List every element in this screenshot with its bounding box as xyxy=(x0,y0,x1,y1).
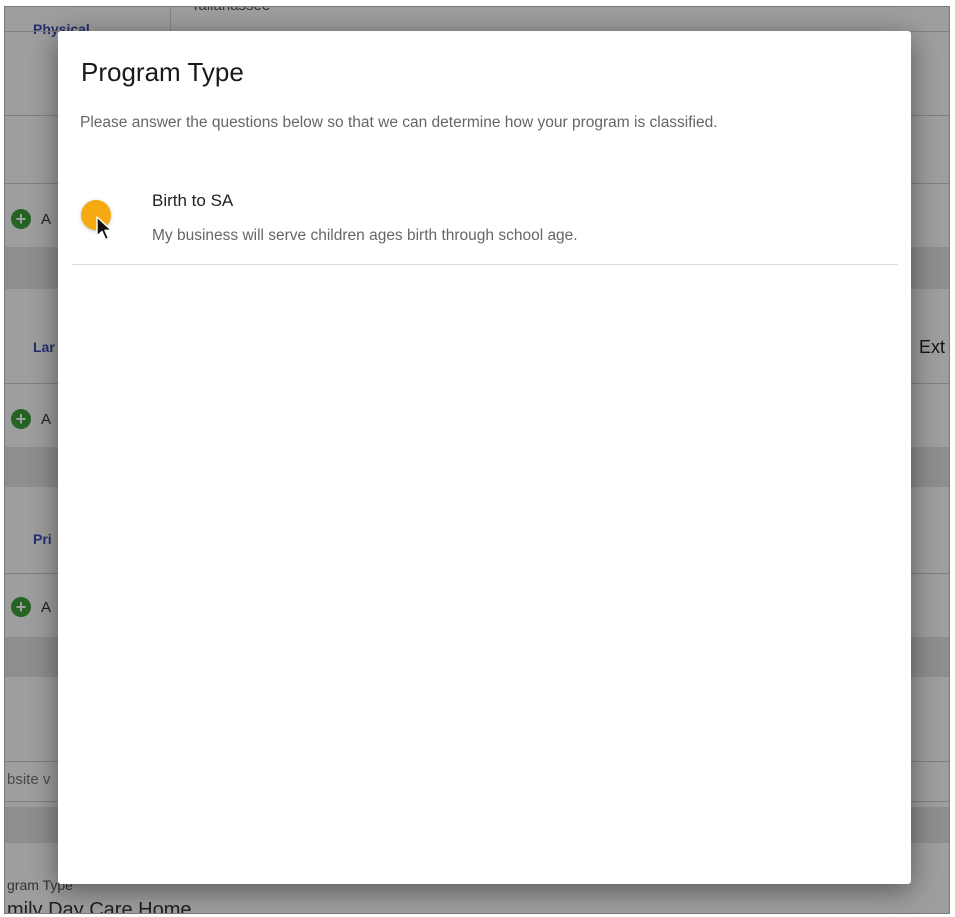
dialog-title: Program Type xyxy=(81,57,244,87)
mouse-pointer-icon xyxy=(96,216,113,241)
option-birth-to-sa[interactable]: Birth to SA My business will serve child… xyxy=(72,179,898,265)
option-title: Birth to SA xyxy=(152,191,234,210)
program-type-dialog: Program Type Please answer the questions… xyxy=(58,31,911,884)
option-description: My business will serve children ages bir… xyxy=(152,227,578,244)
dialog-description: Please answer the questions below so tha… xyxy=(80,114,718,131)
